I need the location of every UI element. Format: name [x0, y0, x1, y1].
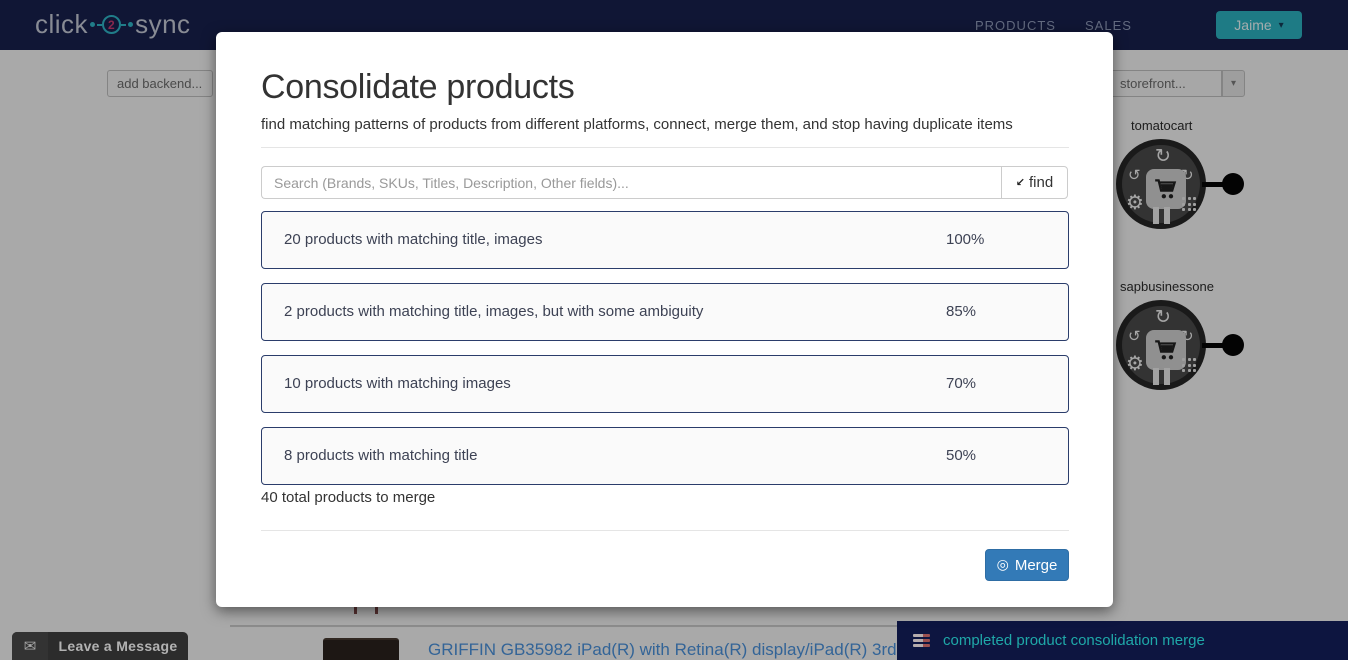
match-group-row[interactable]: 2 products with matching title, images, … [261, 283, 1069, 341]
match-group-label: 2 products with matching title, images, … [284, 303, 703, 320]
divider [261, 530, 1069, 531]
merge-button-label: Merge [1015, 557, 1058, 574]
search-group: ↙ find [261, 166, 1068, 199]
match-group-row[interactable]: 8 products with matching title 50% [261, 427, 1069, 485]
divider [261, 147, 1069, 148]
modal-subtitle: find matching patterns of products from … [261, 116, 1013, 133]
match-group-label: 20 products with matching title, images [284, 231, 542, 248]
find-button[interactable]: ↙ find [1001, 166, 1068, 199]
tasks-icon [913, 634, 930, 647]
match-group-row[interactable]: 10 products with matching images 70% [261, 355, 1069, 413]
merge-button[interactable]: ◎ Merge [985, 549, 1069, 581]
match-confidence: 50% [946, 447, 976, 464]
match-confidence: 70% [946, 375, 976, 392]
match-group-label: 8 products with matching title [284, 447, 477, 464]
search-input[interactable] [261, 166, 1001, 199]
match-group-label: 10 products with matching images [284, 375, 511, 392]
merge-bullseye-icon: ◎ [997, 557, 1009, 573]
consolidate-products-modal: Consolidate products find matching patte… [216, 32, 1113, 607]
match-confidence: 100% [946, 231, 984, 248]
notification-toast[interactable]: completed product consolidation merge [897, 621, 1348, 660]
find-arrow-icon: ↙ [1016, 176, 1025, 189]
match-group-row[interactable]: 20 products with matching title, images … [261, 211, 1069, 269]
total-products-text: 40 total products to merge [261, 489, 435, 506]
modal-title: Consolidate products [261, 68, 574, 107]
match-confidence: 85% [946, 303, 976, 320]
toast-message: completed product consolidation merge [943, 632, 1205, 649]
find-button-label: find [1029, 174, 1053, 191]
